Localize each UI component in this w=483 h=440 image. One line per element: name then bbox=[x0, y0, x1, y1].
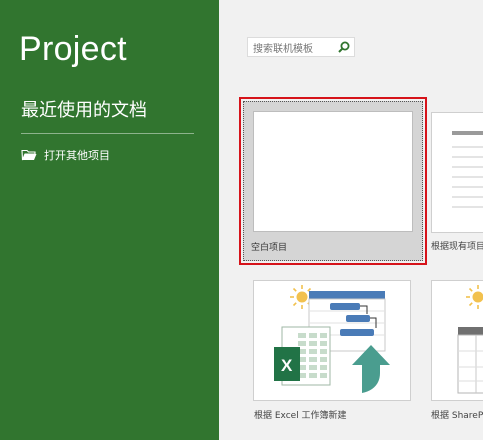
search-icon[interactable] bbox=[337, 40, 351, 54]
sun-icon bbox=[466, 285, 483, 309]
sidebar: Project 最近使用的文档 打开其他项目 bbox=[0, 0, 219, 440]
svg-text:X: X bbox=[281, 356, 293, 375]
sidebar-divider bbox=[21, 133, 194, 134]
sharepoint-thumbnail bbox=[431, 280, 483, 401]
existing-project-thumbnail bbox=[431, 112, 483, 233]
excel-logo-icon: X bbox=[274, 347, 300, 381]
template-caption: 根据 Excel 工作簿新建 bbox=[254, 411, 347, 421]
import-arrow-icon bbox=[352, 345, 390, 393]
recent-documents-heading: 最近使用的文档 bbox=[21, 100, 147, 121]
template-from-existing-project[interactable]: 根据现有项目 bbox=[431, 112, 483, 252]
open-other-projects-link[interactable]: 打开其他项目 bbox=[21, 146, 110, 164]
template-caption: 根据现有项目 bbox=[431, 242, 483, 252]
template-caption: 根据 ShareP bbox=[431, 411, 483, 421]
sharepoint-list-icon bbox=[457, 327, 483, 394]
template-from-excel-workbook[interactable]: X 根据 Excel 工作簿新建 bbox=[253, 280, 413, 430]
template-gallery: 搜索联机模板 空白项目 根据现有项目 X 根据 Excel 工作簿新建 根据 S… bbox=[219, 0, 483, 440]
excel-workbook-thumbnail: X bbox=[253, 280, 411, 401]
document-lines-icon bbox=[452, 131, 483, 208]
template-from-sharepoint[interactable]: 根据 ShareP bbox=[431, 280, 483, 430]
template-search-box[interactable]: 搜索联机模板 bbox=[247, 37, 355, 57]
template-caption: 空白项目 bbox=[251, 243, 288, 253]
blank-project-thumbnail bbox=[253, 111, 413, 232]
open-other-projects-label: 打开其他项目 bbox=[44, 149, 110, 162]
app-title: Project bbox=[19, 30, 127, 68]
template-blank-project[interactable]: 空白项目 bbox=[239, 97, 427, 265]
search-input[interactable]: 搜索联机模板 bbox=[248, 40, 337, 55]
folder-open-icon bbox=[21, 149, 37, 161]
